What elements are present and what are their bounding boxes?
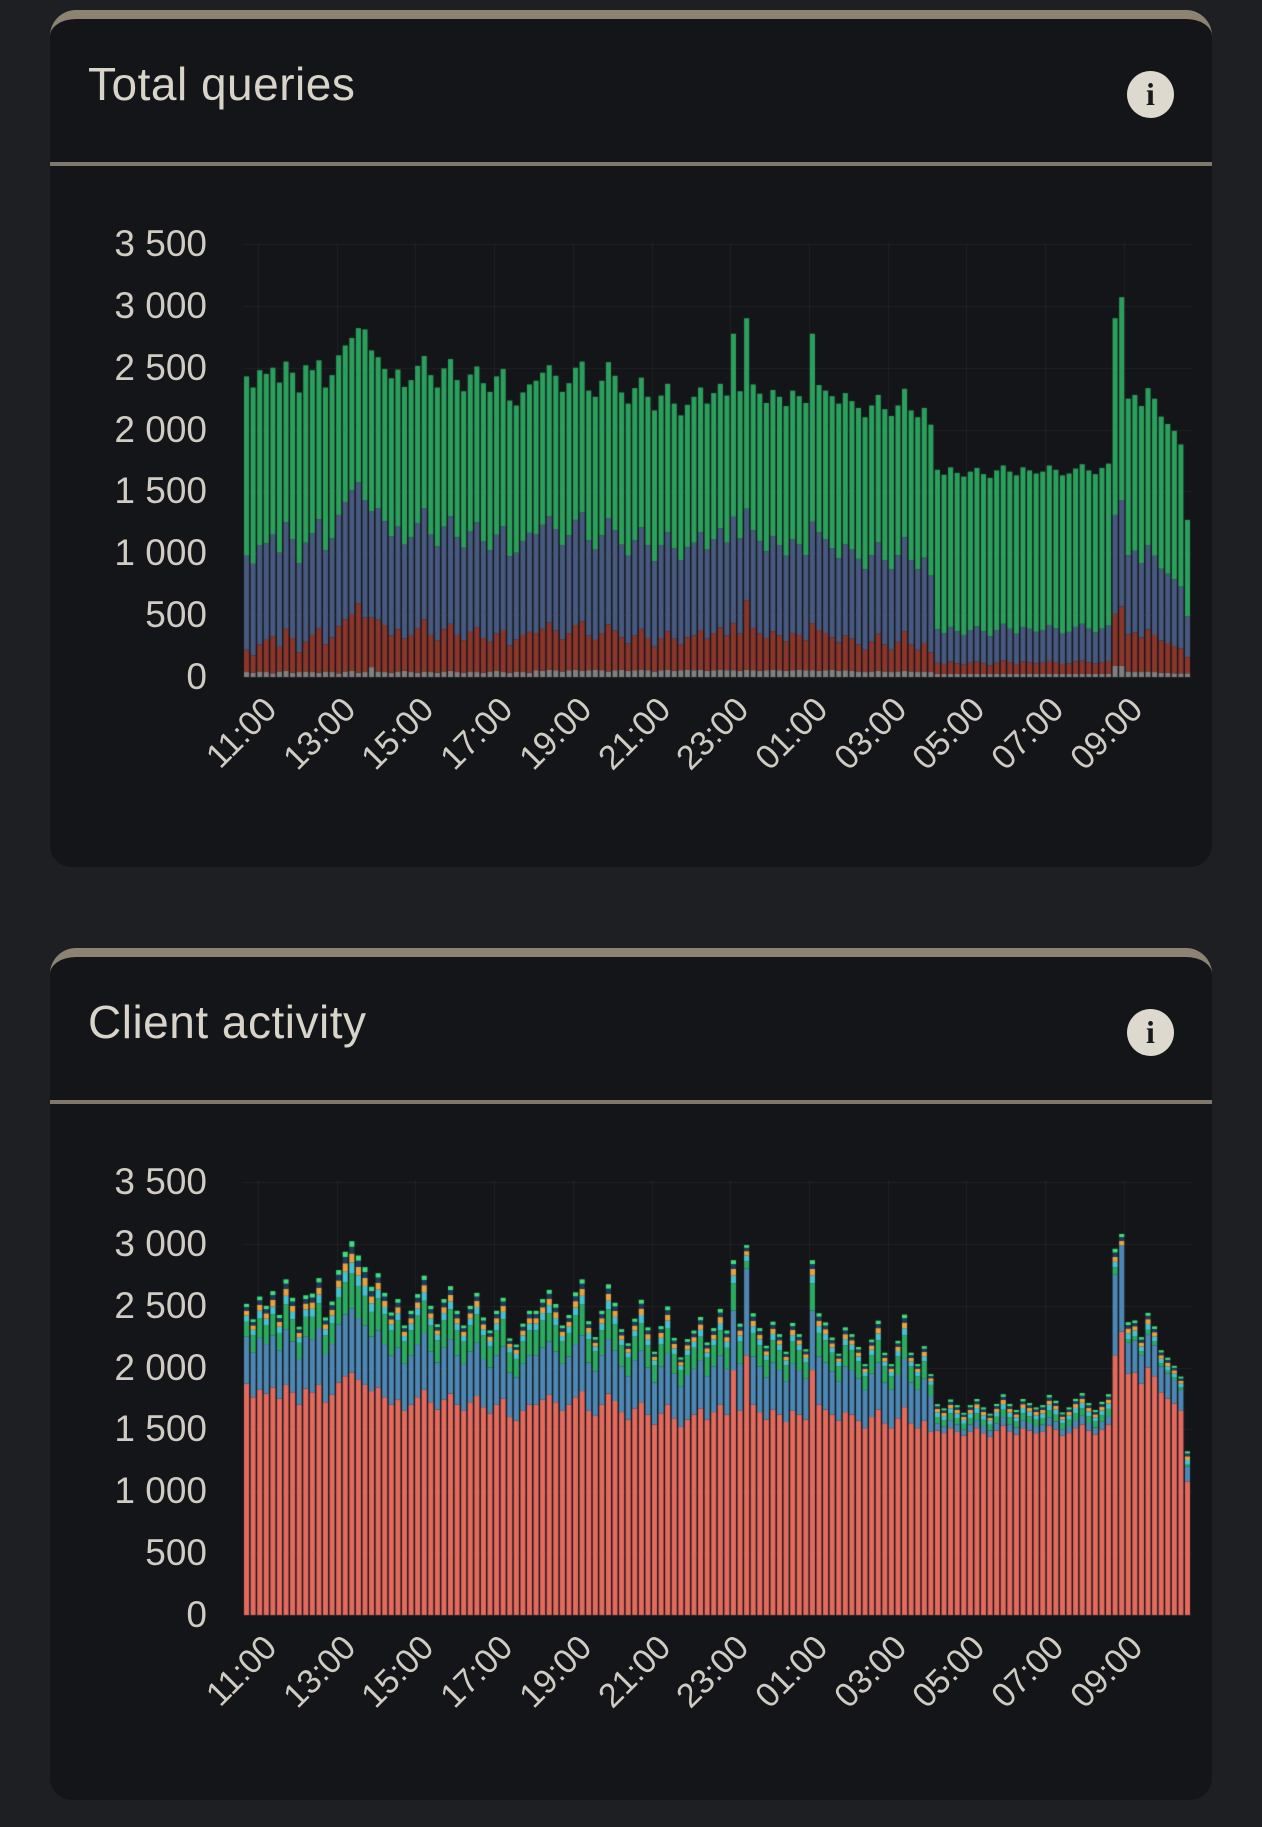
x-tick-label: 05:00 — [905, 690, 993, 778]
y-tick-label: 500 — [145, 594, 207, 636]
x-tick-label: 23:00 — [669, 690, 757, 778]
x-tick-label: 17:00 — [433, 690, 521, 778]
x-tick-label: 19:00 — [511, 690, 599, 778]
y-tick-label: 3 000 — [114, 284, 207, 326]
total-queries-chart: 3 500 3 000 2 500 2 000 1 500 1 000 500 0 11:00… — [50, 19, 1212, 867]
y-tick-label: 1 500 — [114, 470, 207, 512]
x-tick-label: 11:00 — [198, 1628, 285, 1714]
y-tick-label: 1 500 — [114, 1408, 207, 1450]
x-tick-label: 19:00 — [511, 1628, 599, 1716]
y-tick-label: 3 000 — [114, 1222, 207, 1264]
y-tick-label: 3 500 — [114, 1161, 207, 1202]
y-tick-label: 2 000 — [114, 1346, 207, 1388]
y-tick-label: 0 — [186, 1594, 207, 1635]
x-tick-label: 09:00 — [1062, 690, 1150, 778]
y-tick-label: 3 500 — [114, 223, 207, 264]
x-tick-label: 13:00 — [275, 1628, 363, 1716]
x-tick-label: 23:00 — [669, 1628, 757, 1716]
panel-total-queries: Total queries i 3 500 3 000 2 500 2 000 1 50… — [50, 10, 1212, 867]
y-tick-label: 2 500 — [114, 1284, 207, 1326]
x-tick-label: 03:00 — [826, 1628, 914, 1716]
total-queries-chart-canvas[interactable] — [243, 241, 1193, 681]
x-tick-label: 01:00 — [748, 1628, 836, 1716]
y-tick-label: 500 — [145, 1532, 207, 1574]
x-tick-label: 21:00 — [590, 690, 678, 778]
x-tick-label: 21:00 — [590, 1628, 678, 1716]
x-tick-label: 11:00 — [198, 690, 285, 776]
x-tick-label: 09:00 — [1062, 1628, 1150, 1716]
client-activity-chart: 3 500 3 000 2 500 2 000 1 500 1 000 500 0 11:00… — [50, 957, 1212, 1800]
x-tick-label: 03:00 — [826, 690, 914, 778]
y-tick-label: 1 000 — [114, 1470, 207, 1512]
y-tick-label: 1 000 — [114, 532, 207, 574]
x-tick-label: 07:00 — [984, 1628, 1072, 1716]
y-tick-label: 2 500 — [114, 346, 207, 388]
x-tick-label: 15:00 — [354, 1628, 442, 1716]
y-tick-label: 0 — [186, 656, 207, 697]
x-tick-label: 05:00 — [905, 1628, 993, 1716]
client-activity-chart-canvas[interactable] — [243, 1179, 1193, 1619]
x-tick-label: 07:00 — [984, 690, 1072, 778]
x-tick-label: 17:00 — [433, 1628, 521, 1716]
panel-client-activity: Client activity i 3 500 3 000 2 500 2 000 1 … — [50, 948, 1212, 1800]
y-tick-label: 2 000 — [114, 408, 207, 450]
x-tick-label: 15:00 — [354, 690, 442, 778]
x-tick-label: 01:00 — [748, 690, 836, 778]
x-tick-label: 13:00 — [275, 690, 363, 778]
